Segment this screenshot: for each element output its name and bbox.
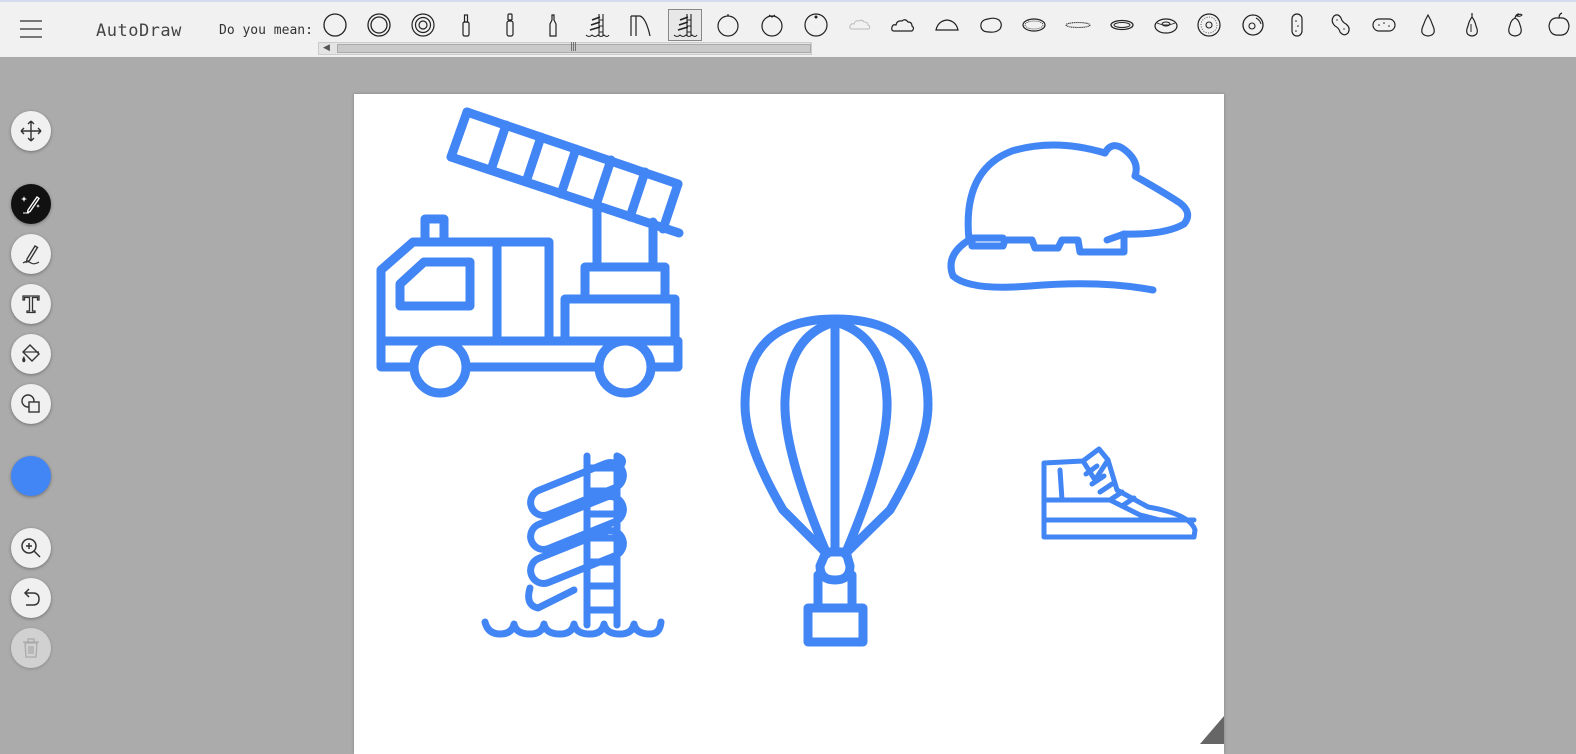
rat-drawing[interactable] — [947, 141, 1192, 294]
sneaker-drawing[interactable] — [1041, 446, 1198, 540]
water-slide-drawing[interactable] — [481, 452, 665, 638]
hot-air-balloon-drawing[interactable] — [740, 314, 933, 647]
fire-truck-drawing[interactable] — [376, 107, 684, 398]
canvas-resize-handle-icon[interactable] — [1200, 716, 1224, 744]
canvas-drawings-layer — [376, 107, 1224, 744]
